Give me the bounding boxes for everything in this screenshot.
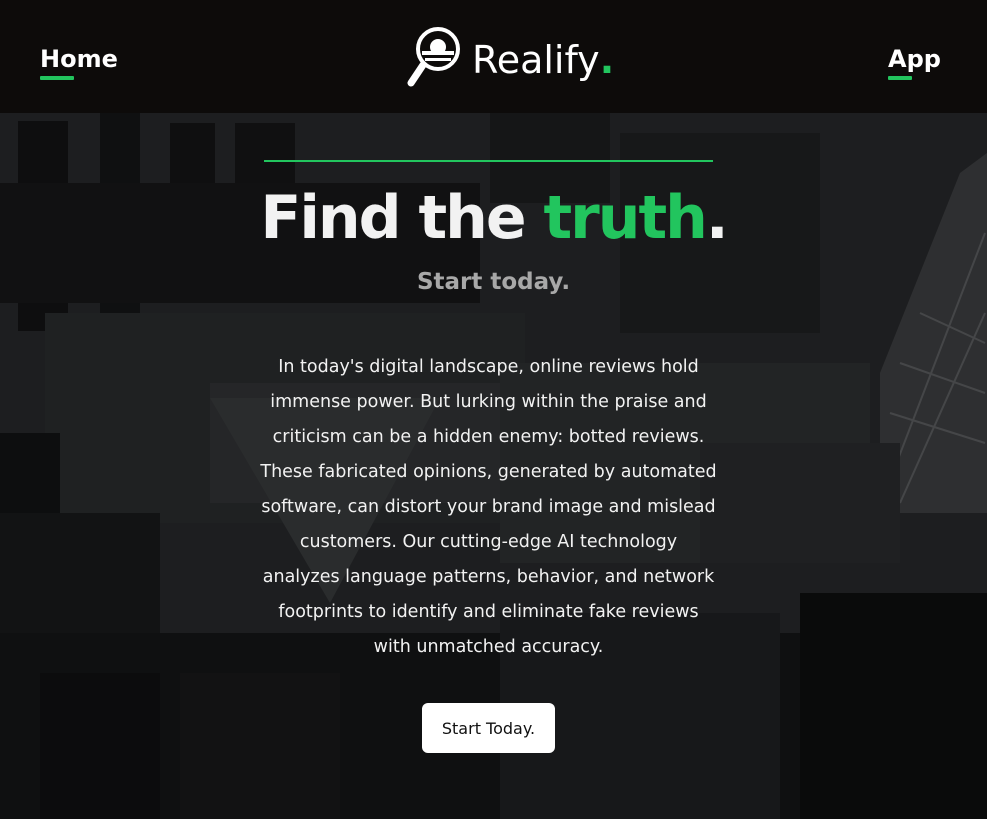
hero-description: In today's digital landscape, online rev…	[260, 357, 717, 657]
brand-name: Realify.	[472, 38, 614, 82]
brand-logo[interactable]: Realify.	[406, 25, 614, 91]
brand-name-text: Realify	[472, 38, 600, 82]
headline-divider	[264, 160, 713, 162]
headline-accent-word: truth	[543, 183, 707, 253]
hero-subheading: Start today.	[416, 269, 571, 295]
nav-home-label: Home	[40, 45, 118, 73]
headline-text: Find the	[260, 183, 544, 253]
nav-home-underline	[40, 76, 74, 80]
brand-dot: .	[599, 38, 615, 82]
nav-app-label: App	[888, 45, 941, 73]
headline-period: .	[705, 183, 729, 253]
start-today-button[interactable]: Start Today.	[422, 703, 555, 753]
nav-app-underline	[888, 76, 912, 80]
top-navbar: Home Realify. App	[0, 0, 987, 113]
hero-headline: Find the truth.	[0, 183, 987, 253]
nav-app-link[interactable]: App	[888, 44, 941, 80]
magnifier-logo-icon	[406, 25, 462, 91]
nav-home-link[interactable]: Home	[40, 44, 118, 80]
